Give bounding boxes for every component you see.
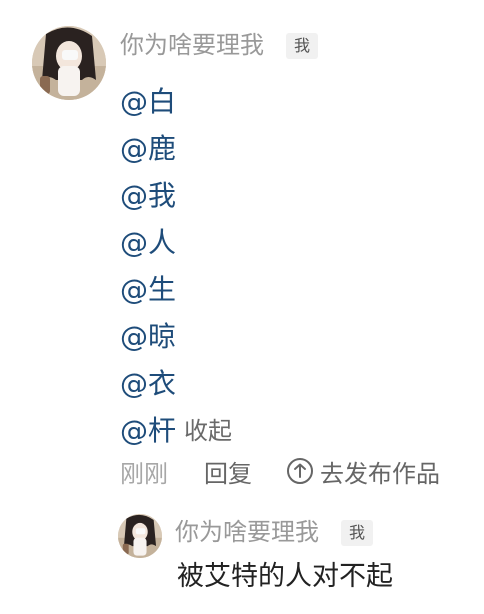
author-badge: 我	[286, 33, 318, 59]
comment-username[interactable]: 你为啥要理我	[120, 33, 264, 57]
avatar-image	[32, 26, 106, 100]
mention-link[interactable]: @白	[120, 80, 176, 120]
reply-user-avatar[interactable]	[118, 514, 162, 558]
mention-link[interactable]: @鹿	[120, 127, 176, 167]
comment-timestamp: 刚刚	[120, 459, 168, 488]
mention-link[interactable]: @衣	[120, 362, 176, 402]
reply-button[interactable]: 回复	[204, 454, 252, 489]
avatar-image	[118, 514, 162, 558]
mention-link[interactable]: @生	[120, 268, 176, 308]
mention-link[interactable]: @人	[120, 221, 176, 261]
mention-list: @白 @鹿 @我 @人 @生 @晾 @衣 @杆 收起	[120, 76, 232, 452]
arrow-up-circle-icon	[286, 457, 314, 485]
reply-text: 被艾特的人对不起	[177, 561, 393, 592]
reply-author-badge: 我	[341, 520, 373, 546]
mention-row: @杆 收起	[120, 405, 232, 452]
publish-work-button[interactable]: 去发布作品	[286, 454, 440, 489]
comment-actions: 刚刚 回复 去发布作品	[120, 452, 440, 490]
mention-row: @我	[120, 170, 232, 217]
mention-link[interactable]: @我	[120, 174, 176, 214]
mention-row: @人	[120, 217, 232, 264]
mention-row: @生	[120, 264, 232, 311]
mention-row: @鹿	[120, 123, 232, 170]
mention-row: @晾	[120, 311, 232, 358]
mention-row: @衣	[120, 358, 232, 405]
publish-work-label: 去发布作品	[320, 459, 440, 488]
mention-link[interactable]: @杆	[120, 409, 176, 449]
mention-row: @白	[120, 76, 232, 123]
user-avatar[interactable]	[32, 26, 106, 100]
mention-link[interactable]: @晾	[120, 315, 176, 355]
collapse-button[interactable]: 收起	[184, 411, 232, 446]
reply-username[interactable]: 你为啥要理我	[175, 520, 319, 544]
